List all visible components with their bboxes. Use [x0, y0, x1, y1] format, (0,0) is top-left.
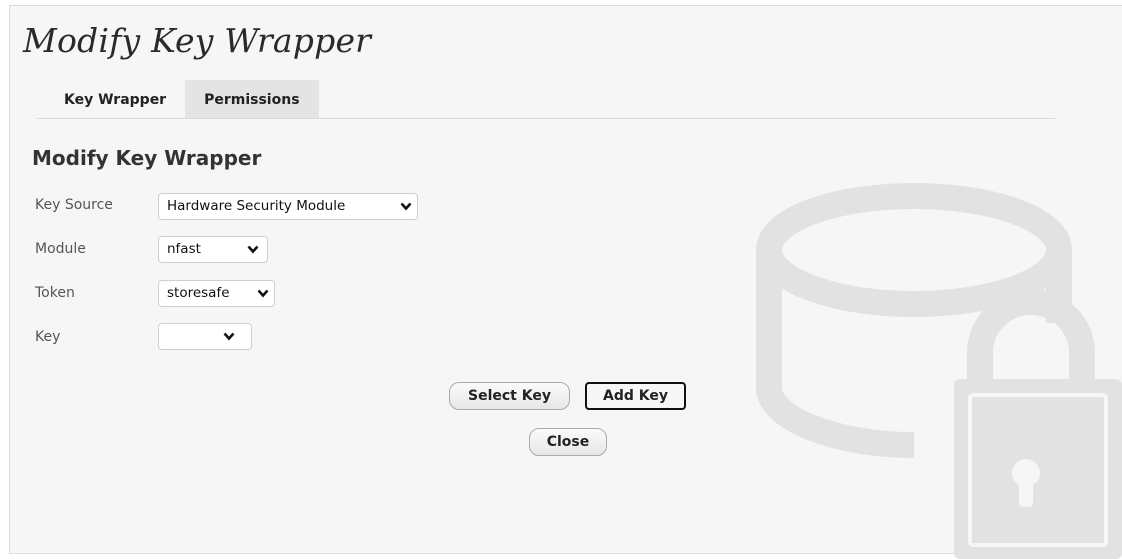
- chevron-down-icon: [223, 332, 235, 341]
- chevron-down-icon: [247, 245, 259, 254]
- token-select[interactable]: storesafe: [158, 280, 275, 307]
- token-value: storesafe: [167, 285, 230, 301]
- key-label: Key: [35, 329, 61, 345]
- tab-divider: [37, 118, 1055, 119]
- select-key-button[interactable]: Select Key: [449, 382, 570, 410]
- database-lock-icon: [756, 183, 1122, 559]
- add-key-button[interactable]: Add Key: [585, 382, 686, 410]
- page-title: Modify Key Wrapper: [23, 21, 372, 60]
- key-source-select[interactable]: Hardware Security Module: [158, 193, 418, 220]
- tab-key-wrapper[interactable]: Key Wrapper: [37, 80, 186, 119]
- key-source-label: Key Source: [35, 197, 113, 213]
- key-select[interactable]: [158, 323, 252, 350]
- close-button[interactable]: Close: [529, 428, 607, 456]
- token-label: Token: [35, 285, 75, 301]
- section-title: Modify Key Wrapper: [32, 146, 262, 170]
- module-label: Module: [35, 241, 86, 257]
- module-value: nfast: [167, 241, 201, 257]
- module-select[interactable]: nfast: [158, 236, 268, 263]
- chevron-down-icon: [257, 289, 269, 298]
- chevron-down-icon: [400, 202, 412, 211]
- tab-bar: Key Wrapper Permissions: [37, 80, 319, 119]
- tab-permissions[interactable]: Permissions: [185, 80, 319, 119]
- key-source-value: Hardware Security Module: [167, 198, 346, 214]
